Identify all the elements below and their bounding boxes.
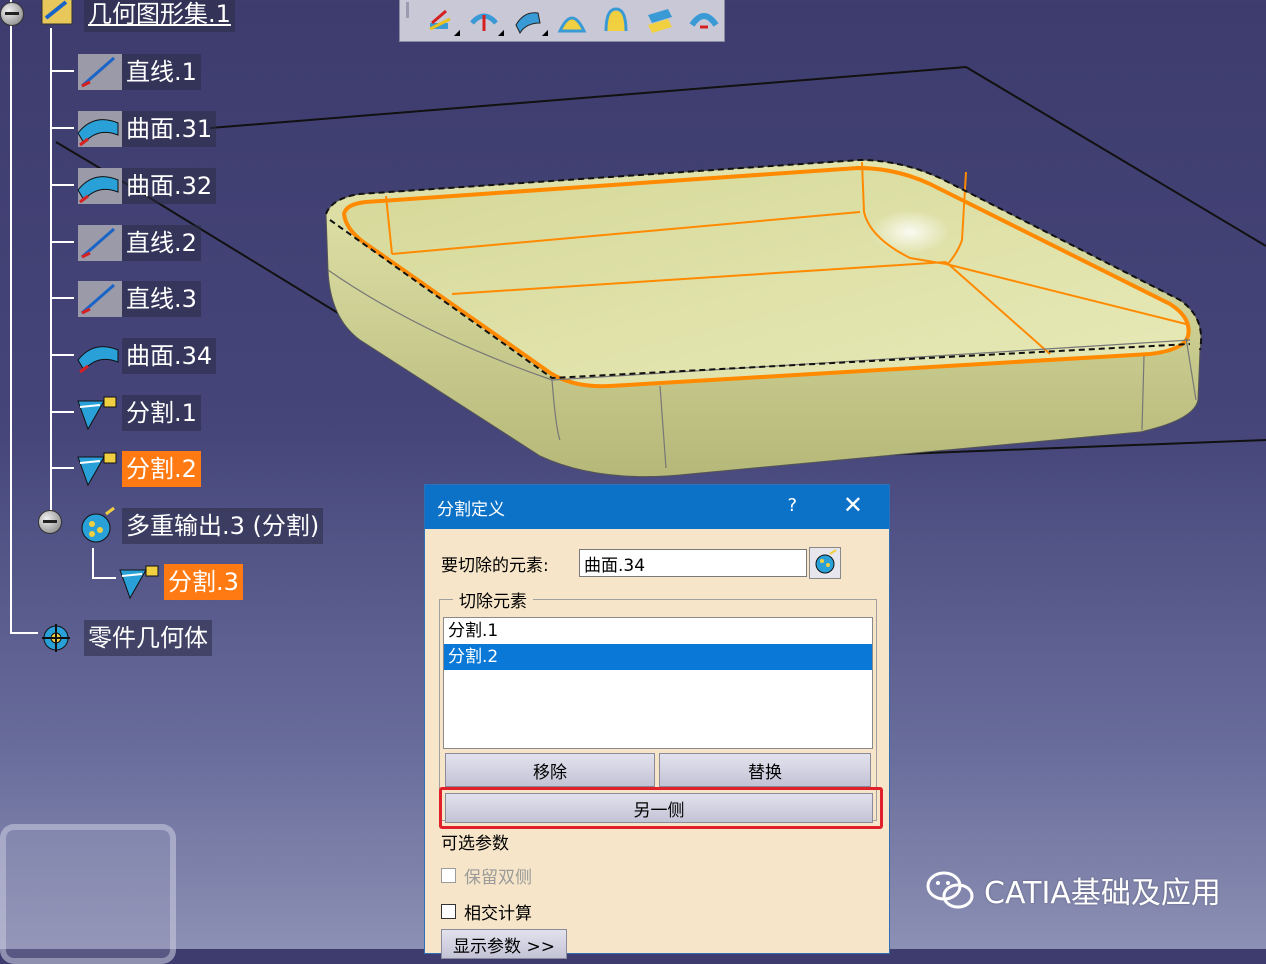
list-item-selected[interactable]: 分割.2	[444, 644, 872, 670]
remove-button[interactable]: 移除	[445, 753, 655, 787]
toolbar-grip[interactable]	[406, 2, 409, 18]
help-button[interactable]: ?	[787, 495, 797, 516]
surface-icon	[74, 166, 122, 206]
surface-icon	[74, 336, 122, 376]
tree-node-line-1[interactable]: 直线.1	[74, 52, 201, 92]
line-icon	[74, 279, 122, 319]
other-side-button[interactable]: 另一侧	[445, 793, 873, 823]
tree-label: 直线.3	[122, 281, 201, 317]
split-icon	[74, 449, 122, 489]
tree-node-split-2[interactable]: 分割.2	[74, 449, 201, 489]
keep-both-sides-checkbox[interactable]: 保留双侧	[441, 863, 532, 888]
tree-label-selected: 分割.3	[164, 564, 243, 600]
tree-label: 多重输出.3 (分割)	[122, 508, 324, 544]
tree-node-surface-31[interactable]: 曲面.31	[74, 109, 217, 149]
close-button[interactable]: ✕	[843, 491, 863, 519]
tree-label: 曲面.31	[122, 111, 217, 147]
element-to-cut-label: 要切除的元素:	[441, 555, 549, 576]
intersections-checkbox[interactable]: 相交计算	[441, 899, 532, 924]
tree-label: 曲面.34	[122, 338, 217, 374]
tree-label: 直线.2	[122, 225, 201, 261]
fill-surface-icon[interactable]	[552, 4, 592, 38]
element-to-cut-row: 要切除的元素:	[441, 549, 807, 577]
replace-button[interactable]: 替换	[659, 753, 871, 787]
tree-connector	[50, 411, 74, 413]
surface-icon	[74, 109, 122, 149]
show-params-button[interactable]: 显示参数 >>	[441, 929, 567, 959]
checkbox-box[interactable]	[441, 868, 456, 883]
element-picker-button[interactable]	[809, 547, 841, 579]
checkbox-label: 相交计算	[464, 904, 532, 924]
tree-connector	[50, 241, 74, 243]
watermark-text: CATIA基础及应用	[984, 876, 1221, 911]
part-body-icon	[36, 618, 84, 658]
dialog-title: 分割定义	[437, 499, 505, 520]
checkbox-box[interactable]	[441, 904, 456, 919]
sweep-surface-icon[interactable]: ◢	[508, 4, 548, 38]
tree-node-multi-output-3[interactable]: 多重输出.3 (分割)	[74, 506, 324, 546]
collapse-toggle[interactable]	[0, 2, 24, 26]
line-icon	[74, 52, 122, 92]
tree-trunk	[10, 0, 12, 634]
list-item[interactable]: 分割.1	[444, 618, 872, 644]
tree-node-line-2[interactable]: 直线.2	[74, 223, 201, 263]
tree-branch	[10, 632, 38, 634]
multi-select-icon	[815, 549, 837, 574]
tree-label: 曲面.32	[122, 168, 217, 204]
multi-output-icon	[74, 506, 122, 546]
split-icon	[74, 393, 122, 433]
geometrical-set-icon	[36, 0, 84, 34]
split-definition-dialog: 分割定义 ? ✕ 要切除的元素: 切除元素 分割.1 分割.2 移除 替换 另一…	[424, 484, 890, 959]
checkbox-label: 保留双侧	[464, 868, 532, 888]
watermark: CATIA基础及应用	[926, 868, 1221, 912]
tree-connector	[50, 297, 74, 299]
collapse-toggle[interactable]	[38, 510, 62, 534]
compass-thumbnail	[0, 824, 176, 964]
tree-connector	[50, 70, 74, 72]
element-to-cut-field[interactable]	[579, 549, 807, 577]
blend-surface-icon[interactable]	[640, 4, 680, 38]
dialog-title-bar[interactable]: 分割定义 ? ✕	[425, 485, 889, 529]
extrude-surface-icon[interactable]: ◢	[420, 4, 460, 38]
offset-surface-icon[interactable]: ◢	[464, 4, 504, 38]
tree-node-surface-32[interactable]: 曲面.32	[74, 166, 217, 206]
optional-params-label: 可选参数	[441, 834, 509, 854]
split-icon	[116, 562, 164, 602]
tree-connector	[50, 467, 74, 469]
tree-label: 零件几何体	[84, 620, 212, 656]
multi-section-surface-icon[interactable]	[596, 4, 636, 38]
tree-label-root: 几何图形集.1	[84, 0, 235, 32]
surfaces-toolbar: ◢ ◢ ◢	[399, 0, 725, 42]
tree-node-split-1[interactable]: 分割.1	[74, 393, 201, 433]
tree-node-line-3[interactable]: 直线.3	[74, 279, 201, 319]
cutting-elements-list[interactable]: 分割.1 分割.2	[443, 617, 873, 749]
tree-branch-vertical	[50, 28, 52, 522]
tree-node-split-3[interactable]: 分割.3	[116, 562, 243, 602]
tree-connector	[50, 354, 74, 356]
line-icon	[74, 223, 122, 263]
surface-highlight	[870, 210, 950, 254]
cutting-elements-legend: 切除元素	[453, 587, 533, 612]
tree-node-surface-34[interactable]: 曲面.34	[74, 336, 217, 376]
wechat-icon	[926, 871, 974, 909]
tree-label: 分割.1	[122, 395, 201, 431]
tree-node-part-body[interactable]: 零件几何体	[36, 618, 212, 658]
tree-label-selected: 分割.2	[122, 451, 201, 487]
tree-connector	[92, 577, 116, 579]
revolve-surface-icon[interactable]	[684, 4, 724, 38]
tree-branch-vertical-sub	[92, 548, 94, 578]
tree-connector	[50, 127, 74, 129]
tree-node-root[interactable]: 几何图形集.1	[36, 0, 235, 34]
tree-label: 直线.1	[122, 54, 201, 90]
tree-connector	[50, 184, 74, 186]
